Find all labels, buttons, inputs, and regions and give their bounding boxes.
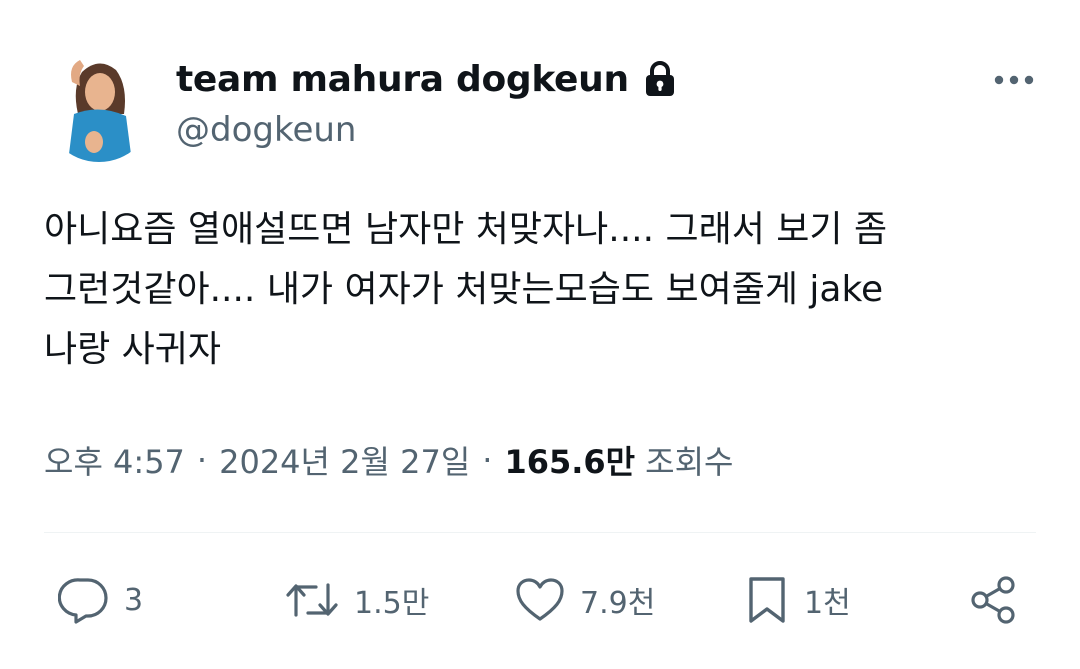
bookmark-count: 1천 [804,586,851,621]
avatar[interactable] [44,52,154,162]
tweet-text: 아니요즘 열애설뜨면 남자만 처맞자나.... 그래서 보기 좀 그런것같아..… [44,200,1044,380]
retweet-count: 1.5만 [354,586,430,621]
divider [44,532,1036,533]
tweet-line: 그런것같아.... 내가 여자가 처맞는모습도 보여줄게 jake [44,269,884,310]
bookmark-button[interactable]: 1천 [744,570,851,630]
share-icon [971,576,1015,624]
reply-button[interactable]: 3 [58,570,143,630]
reply-count: 3 [124,582,144,618]
meta-separator: · [482,441,493,479]
like-count: 7.9천 [580,586,656,621]
tweet-time[interactable]: 오후 4:57 [44,437,185,483]
views-count[interactable]: 165.6만 [504,437,635,483]
meta-separator: · [196,441,208,479]
reply-icon [58,578,108,624]
bookmark-icon [749,577,785,623]
tweet-line: 아니요즘 열애설뜨면 남자만 처맞자나.... 그래서 보기 좀 [44,209,888,250]
more-icon [994,75,1034,85]
more-button[interactable] [988,62,1040,98]
heart-icon [516,578,564,621]
share-button[interactable] [968,570,1020,630]
retweet-icon [286,583,338,617]
tweet-date[interactable]: 2024년 2월 27일 [219,437,470,483]
views-label: 조회수 [645,443,734,481]
tweet-meta: 오후 4:57 · 2024년 2월 27일 · 165.6만 조회수 [44,434,733,486]
author-display-name[interactable]: team mahura dogkeun [176,59,629,100]
author-name-row[interactable]: team mahura dogkeun [176,56,677,102]
avatar-image [44,52,154,162]
retweet-button[interactable]: 1.5만 [284,570,429,630]
tweet-line: 나랑 사귀자 [44,329,222,370]
like-button[interactable]: 7.9천 [514,570,655,630]
author-handle[interactable]: @dogkeun [176,110,356,150]
lock-icon [643,60,677,98]
